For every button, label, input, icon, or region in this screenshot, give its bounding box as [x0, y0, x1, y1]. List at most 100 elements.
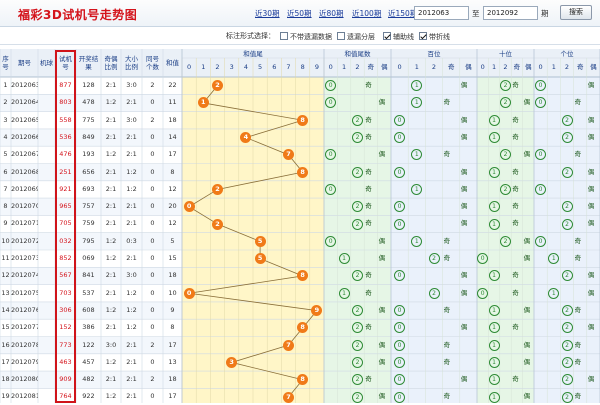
header-result: 开奖结果 [78, 55, 99, 71]
option-no-miss[interactable]: 不带遗漏数据 [280, 32, 332, 42]
group-marker-icon: 2 [352, 305, 363, 317]
parity-label: 奇 [574, 236, 582, 245]
group-marker-icon: 2 [561, 305, 573, 317]
cell-result: 069 [82, 254, 95, 262]
parity-label: 偶 [378, 357, 386, 366]
search-button[interactable]: 搜索 [560, 5, 592, 20]
header-sub: 1 [551, 63, 556, 71]
to-label: 至 [472, 9, 480, 18]
cell-oe: 2:1 [105, 115, 117, 124]
parity-label: 奇 [443, 305, 451, 314]
header-sub: 0 [328, 63, 333, 71]
cell-period: 2012064 [11, 98, 38, 107]
group-marker-icon: 1 [488, 356, 500, 368]
parity-label: 奇 [443, 254, 451, 262]
cell-ball [38, 250, 55, 267]
option-miss-layer[interactable]: 遗漏分层 [337, 32, 375, 42]
parity-label: 偶 [460, 375, 468, 384]
parity-label: 奇 [443, 340, 451, 349]
header-index: 序号 [2, 55, 9, 71]
checkbox-icon[interactable] [280, 32, 288, 40]
cell-sum: 11 [168, 98, 177, 107]
cell-trial: 251 [59, 167, 72, 176]
cell-oe: 2:1 [105, 219, 117, 228]
parity-label: 奇 [574, 98, 582, 107]
cell-sum: 18 [168, 375, 177, 384]
cell-idx: 18 [1, 375, 10, 384]
group-marker-icon: 2 [500, 183, 511, 195]
cell-period: 2012068 [11, 167, 38, 176]
cell-same: 0 [150, 357, 155, 366]
cell-ball [38, 215, 55, 232]
parity-label: 奇 [443, 357, 451, 366]
cell-bs: 3:0 [126, 115, 137, 124]
cell-sum: 9 [170, 305, 175, 314]
link-recent-30[interactable]: 近30期 [255, 8, 280, 19]
link-recent-100[interactable]: 近100期 [352, 8, 381, 19]
cell-ball [38, 77, 55, 94]
sum-tail-ball: 2 [212, 183, 223, 195]
header-sub: 2 [564, 63, 570, 71]
cell-oe: 2:1 [105, 202, 117, 211]
cell-ball [38, 181, 55, 198]
checkbox-checked-icon[interactable] [383, 32, 391, 40]
cell-idx: 4 [3, 132, 8, 141]
cell-result: 608 [82, 305, 95, 314]
cell-result: 193 [82, 150, 95, 159]
cell-result: 795 [82, 236, 95, 245]
option-polyline[interactable]: 带折线 [419, 32, 450, 42]
cell-result: 128 [82, 81, 95, 89]
group-marker-icon: 2 [352, 391, 363, 403]
group-marker-icon: 1 [488, 339, 500, 351]
link-recent-80[interactable]: 近80期 [319, 8, 344, 19]
end-period-input[interactable]: 2012092 [483, 6, 538, 20]
start-period-input[interactable]: 2012063 [414, 6, 469, 20]
sum-tail-ball: 5 [254, 253, 266, 265]
link-recent-50[interactable]: 近50期 [287, 8, 312, 19]
checkbox-icon[interactable] [337, 32, 345, 40]
group-marker-icon: 2 [561, 391, 573, 403]
cell-result: 693 [82, 184, 95, 193]
header-ball: 机球 [40, 59, 53, 67]
cell-oe: 1:2 [105, 357, 117, 366]
cell-sum: 5 [170, 236, 175, 245]
option-aux-line[interactable]: 辅助线 [383, 32, 414, 42]
cell-sum: 12 [168, 184, 177, 193]
cell-idx: 5 [3, 150, 8, 159]
cell-oe: 1:2 [105, 236, 117, 245]
group-marker-icon: 0 [325, 235, 337, 247]
cell-oe: 2:1 [105, 271, 117, 280]
group-marker-icon: 2 [352, 132, 363, 144]
link-recent-150[interactable]: 近150期 [388, 8, 417, 19]
cell-idx: 13 [1, 288, 10, 297]
parity-label: 偶 [587, 219, 595, 228]
cell-idx: 14 [1, 305, 10, 314]
cell-period: 2012073 [11, 254, 38, 262]
cell-same: 0 [150, 254, 155, 262]
header-group: 和值尾数 [344, 49, 371, 58]
group-marker-icon: 0 [535, 235, 547, 247]
cell-ball [38, 285, 55, 302]
cell-same: 0 [150, 202, 155, 211]
checkbox-checked-icon[interactable] [419, 32, 427, 40]
sum-tail-ball: 8 [297, 114, 309, 126]
cell-period: 2012070 [11, 202, 38, 211]
parity-label: 奇 [512, 219, 519, 228]
group-marker-icon: 2 [561, 356, 573, 368]
cell-trial: 567 [59, 271, 72, 280]
parity-label: 奇 [512, 202, 519, 211]
cell-ball [38, 129, 55, 146]
sum-tail-ball: 0 [183, 287, 195, 299]
group-marker-icon: 1 [488, 218, 500, 230]
parity-label: 奇 [365, 167, 372, 176]
parity-label: 偶 [378, 98, 386, 107]
cell-same: 0 [150, 184, 155, 193]
group-marker-icon: 1 [488, 201, 500, 213]
cell-trial: 476 [59, 150, 72, 159]
sum-tail-ball: 5 [254, 235, 266, 247]
group-marker-icon: 1 [338, 253, 350, 265]
header-group: 十位 [499, 49, 512, 58]
cell-sum: 14 [168, 132, 177, 141]
group-marker-icon: 2 [352, 356, 363, 368]
parity-label: 偶 [587, 81, 595, 89]
